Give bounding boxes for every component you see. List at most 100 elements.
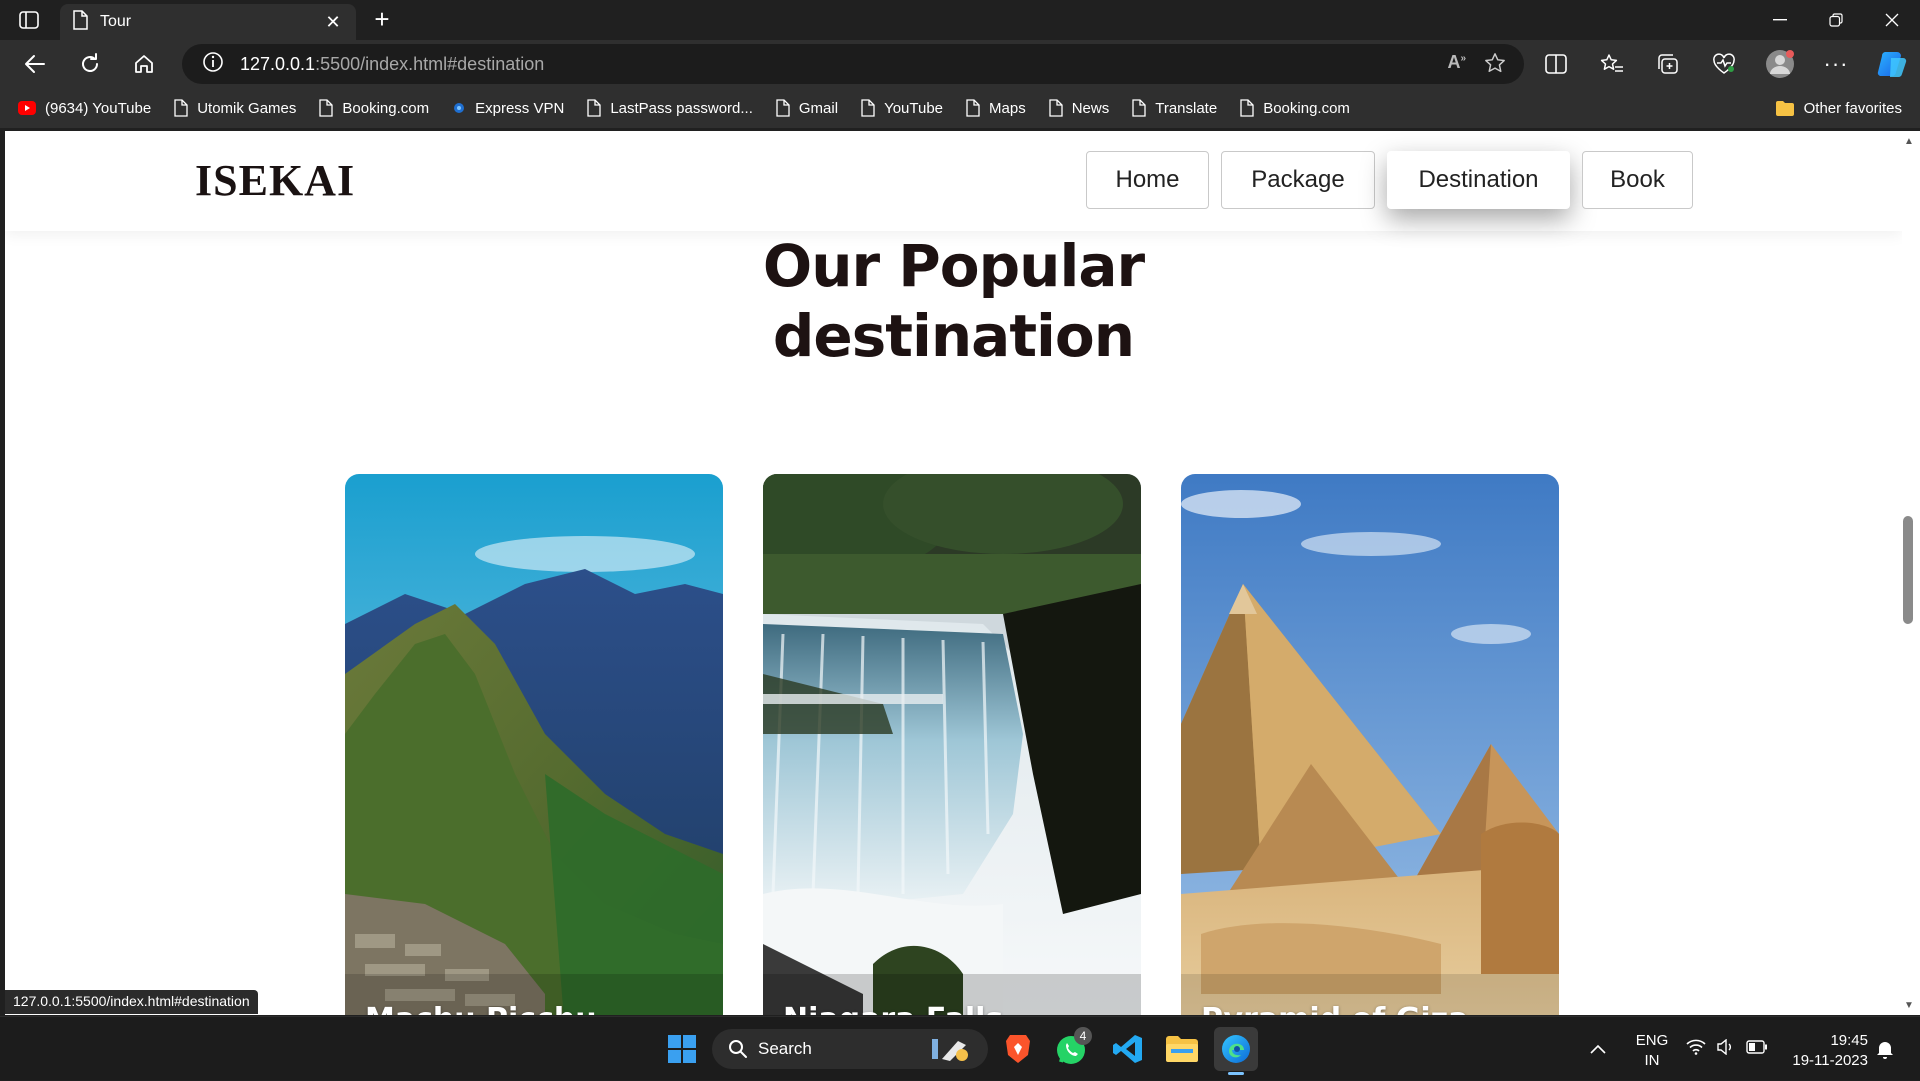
profile-avatar[interactable] — [1764, 48, 1796, 80]
page-icon — [966, 99, 980, 117]
language-code: ENG — [1635, 1032, 1669, 1049]
favorite-label: (9634) YouTube — [45, 99, 152, 117]
wifi-icon — [1686, 1039, 1706, 1060]
favorite-label: Booking.com — [1263, 99, 1350, 117]
favorite-label: LastPass password... — [610, 99, 753, 117]
favorite-link[interactable]: (9634) YouTube — [18, 100, 151, 117]
vpn-icon — [452, 101, 466, 115]
page-icon — [72, 9, 88, 35]
other-favorites-label: Other favorites — [1803, 99, 1902, 117]
nav-home-link[interactable]: Home — [1086, 151, 1209, 209]
destination-cards: Machu Picchu — [345, 474, 1559, 1015]
folder-icon — [1775, 100, 1795, 116]
pyramid-of-giza-image — [1181, 474, 1559, 1015]
favorite-link[interactable]: Booking.com — [319, 99, 429, 117]
browser-titlebar: Tour ✕ + — [0, 0, 1920, 40]
search-placeholder: Search — [758, 1039, 812, 1058]
new-tab-button[interactable]: + — [368, 6, 396, 34]
destination-card-machu-picchu[interactable]: Machu Picchu — [345, 474, 723, 1015]
favorite-link[interactable]: Gmail — [776, 99, 838, 117]
clock[interactable]: 19:45 19-11-2023 — [1780, 1031, 1868, 1071]
refresh-icon[interactable] — [73, 48, 107, 80]
favorite-link[interactable]: Express VPN — [452, 100, 564, 117]
page-icon — [174, 99, 188, 117]
favorite-link[interactable]: LastPass password... — [587, 99, 753, 117]
card-label: Machu Picchu — [365, 1002, 597, 1015]
file-explorer-icon[interactable] — [1160, 1027, 1204, 1071]
battery-icon — [1746, 1039, 1768, 1059]
close-window-icon[interactable] — [1864, 0, 1920, 40]
minimize-icon[interactable] — [1752, 0, 1808, 40]
system-tray[interactable] — [1686, 1017, 1768, 1081]
more-options-icon[interactable]: ··· — [1820, 48, 1852, 80]
clock-time: 19:45 — [1830, 1032, 1868, 1049]
niagara-falls-image — [763, 474, 1141, 1015]
language-indicator[interactable]: ENG IN — [1632, 1031, 1672, 1071]
split-screen-icon[interactable] — [1540, 48, 1572, 80]
show-hidden-icons[interactable] — [1590, 1017, 1606, 1081]
whatsapp-badge: 4 — [1074, 1027, 1092, 1045]
card-label: Niagara Falls — [783, 1002, 1003, 1015]
favorite-label: Express VPN — [475, 99, 565, 117]
notification-bell-icon[interactable] — [1876, 1017, 1894, 1081]
address-bar[interactable]: 127.0.0.1:5500/index.html#destination A» — [182, 44, 1524, 84]
taskbar-search[interactable]: Search — [712, 1029, 988, 1069]
collections-icon[interactable] — [1652, 48, 1684, 80]
page-icon — [1049, 99, 1063, 117]
page-icon — [861, 99, 875, 117]
favorite-label: YouTube — [884, 99, 944, 117]
brave-browser-icon[interactable] — [996, 1027, 1040, 1071]
favorite-label: Maps — [989, 99, 1026, 117]
close-tab-icon[interactable]: ✕ — [322, 12, 344, 33]
scrollbar-thumb[interactable] — [1903, 516, 1913, 624]
read-aloud-icon[interactable]: A» — [1447, 52, 1466, 79]
window-controls — [1752, 0, 1920, 40]
favorite-label: Translate — [1155, 99, 1218, 117]
site-logo[interactable]: ISEKAI — [195, 155, 355, 206]
scroll-up-arrow[interactable]: ▲ — [1904, 136, 1914, 147]
page-icon — [776, 99, 790, 117]
page-icon — [319, 99, 334, 117]
favorite-star-icon[interactable] — [1484, 52, 1506, 79]
main-nav: Home Package Destination Book — [1086, 151, 1693, 209]
nav-book-link[interactable]: Book — [1582, 151, 1693, 209]
favorites-icon[interactable] — [1596, 48, 1628, 80]
favorite-link[interactable]: Utomik Games — [174, 99, 296, 117]
favorite-link[interactable]: Booking.com — [1240, 99, 1350, 117]
nav-destination-link[interactable]: Destination — [1387, 151, 1570, 209]
browser-tab[interactable]: Tour ✕ — [60, 4, 356, 40]
home-icon[interactable] — [127, 48, 161, 80]
page-icon — [1132, 99, 1146, 117]
edge-browser-icon[interactable] — [1214, 1027, 1258, 1075]
machu-picchu-image — [345, 474, 723, 1015]
clock-date: 19-11-2023 — [1792, 1052, 1868, 1069]
back-arrow-icon[interactable] — [18, 48, 52, 80]
card-label: Pyramid of Giza — [1201, 1002, 1468, 1015]
status-bar-url: 127.0.0.1:5500/index.html#destination — [5, 990, 258, 1014]
restore-icon[interactable] — [1808, 0, 1864, 40]
scroll-down-arrow[interactable]: ▼ — [1904, 1000, 1914, 1011]
whatsapp-icon[interactable]: 4 — [1050, 1027, 1094, 1071]
copilot-icon[interactable] — [1876, 48, 1908, 80]
start-button[interactable] — [660, 1027, 704, 1071]
volume-icon — [1716, 1038, 1736, 1060]
nav-package-link[interactable]: Package — [1221, 151, 1375, 209]
favorite-link[interactable]: Maps — [966, 99, 1026, 117]
favorites-bar: (9634) YouTube Utomik Games Booking.com … — [0, 88, 1920, 128]
page-viewport: ISEKAI Home Package Destination Book Our… — [5, 131, 1902, 1015]
browser-essentials-icon[interactable] — [1708, 48, 1740, 80]
favorite-link[interactable]: News — [1049, 99, 1109, 117]
section-title-line2: destination — [772, 302, 1135, 370]
tab-actions-icon[interactable] — [16, 8, 42, 32]
favorite-link[interactable]: YouTube — [861, 99, 943, 117]
vscode-icon[interactable] — [1106, 1027, 1150, 1071]
section-title-line1: Our Popular — [762, 232, 1145, 300]
region-code: IN — [1644, 1052, 1660, 1069]
search-icon — [728, 1039, 748, 1059]
destination-card-niagara-falls[interactable]: Niagara Falls — [763, 474, 1141, 1015]
other-favorites[interactable]: Other favorites — [1775, 88, 1902, 128]
favorite-link[interactable]: Translate — [1132, 99, 1217, 117]
search-highlight-icon — [928, 1035, 974, 1063]
site-info-icon[interactable] — [202, 51, 224, 78]
destination-card-pyramid-of-giza[interactable]: Pyramid of Giza — [1181, 474, 1559, 1015]
